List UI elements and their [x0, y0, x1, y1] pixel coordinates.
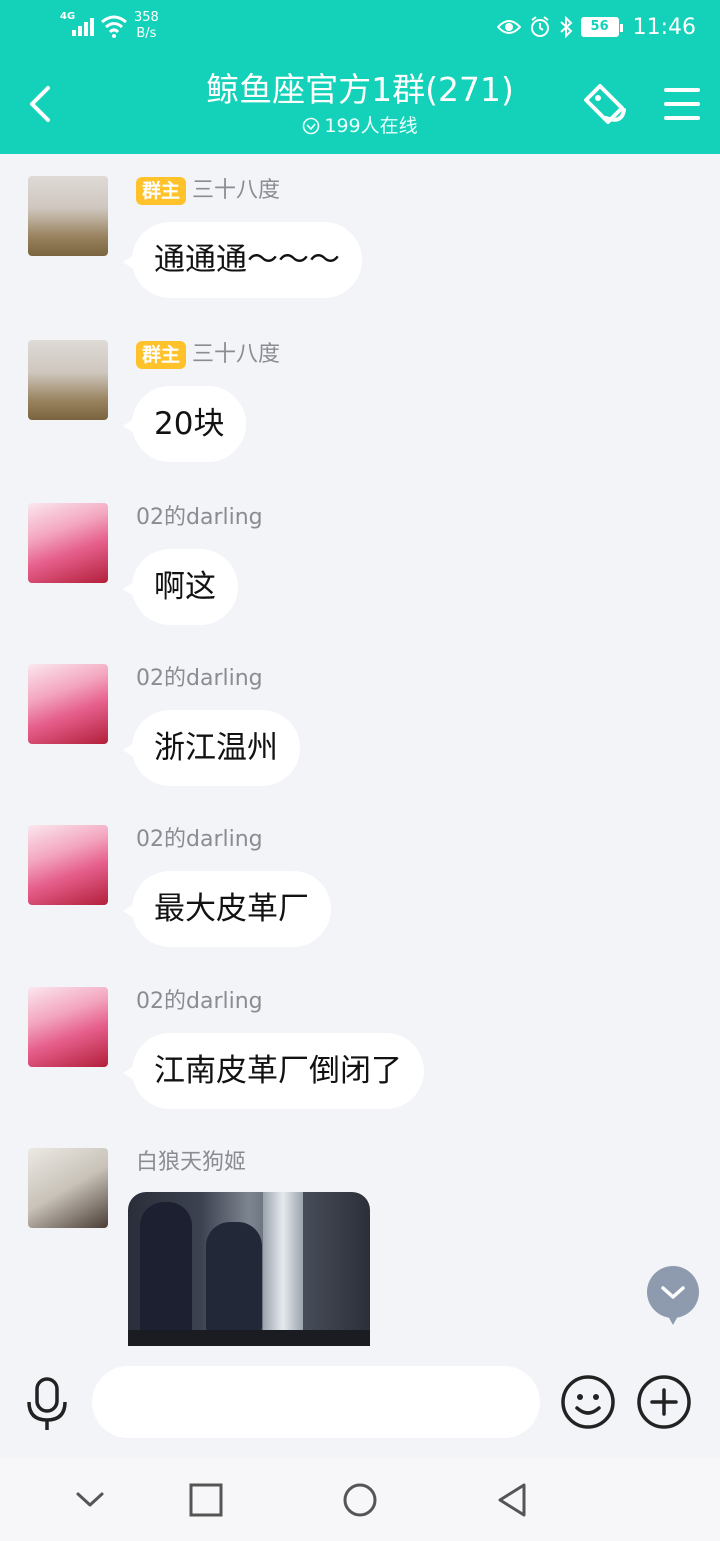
avatar[interactable] — [28, 340, 108, 420]
sender-name[interactable]: 02的darling — [136, 665, 263, 693]
scroll-to-bottom-button[interactable] — [646, 1266, 700, 1326]
net-speed: 358 B/s — [134, 10, 159, 42]
avatar[interactable] — [28, 176, 108, 256]
online-count: 199人在线 — [324, 115, 418, 137]
tag-icon[interactable] — [578, 80, 630, 132]
message-bubble[interactable]: 江南皮革厂倒闭了 — [123, 1033, 424, 1109]
chevron-down-icon[interactable] — [68, 1478, 112, 1522]
owner-badge: 群主 — [136, 177, 187, 205]
owner-badge: 群主 — [136, 341, 187, 369]
image-message[interactable] — [128, 1192, 370, 1346]
sender-name[interactable]: 白狼天狗姬 — [136, 1149, 246, 1177]
system-nav-bar — [0, 1458, 720, 1541]
message-bubble[interactable]: 浙江温州 — [123, 710, 300, 786]
status-right: 56 11:46 — [496, 12, 696, 42]
sender-line: 群主 三十八度 — [136, 176, 280, 206]
top-bar: 4G 358 B/s 56 11:46 鲸鱼座官方1群(271) 199人在线 — [0, 0, 720, 154]
avatar[interactable] — [28, 825, 108, 905]
clock: 11:46 — [632, 14, 696, 40]
sender-line: 02的darling — [136, 503, 263, 533]
signal-icon — [72, 14, 94, 36]
sender-name[interactable]: 02的darling — [136, 988, 263, 1016]
sender-name[interactable]: 02的darling — [136, 504, 263, 532]
hamburger-menu-icon[interactable] — [662, 84, 702, 124]
alarm-icon — [530, 16, 549, 37]
home-circle-icon[interactable] — [338, 1478, 382, 1522]
smiley-icon[interactable] — [560, 1374, 616, 1430]
bluetooth-icon — [559, 16, 573, 38]
sender-line: 02的darling — [136, 825, 263, 855]
sender-line: 02的darling — [136, 987, 263, 1017]
back-triangle-icon[interactable] — [490, 1478, 534, 1522]
wifi-icon — [101, 15, 127, 38]
sender-line: 02的darling — [136, 664, 263, 694]
message-bubble[interactable]: 啊这 — [123, 549, 238, 625]
sender-line: 白狼天狗姬 — [136, 1148, 246, 1178]
microphone-icon[interactable] — [22, 1376, 72, 1432]
input-bar — [0, 1346, 720, 1458]
message-bubble[interactable]: 最大皮革厂 — [123, 871, 331, 947]
plus-circle-icon[interactable] — [636, 1374, 692, 1430]
net-speed-unit: B/s — [136, 26, 157, 41]
net-speed-value: 358 — [134, 10, 159, 25]
avatar[interactable] — [28, 664, 108, 744]
online-status: 199人在线 — [150, 112, 570, 140]
chevron-left-icon[interactable] — [22, 82, 62, 126]
message-input[interactable] — [92, 1366, 540, 1438]
avatar[interactable] — [28, 987, 108, 1067]
eye-icon — [496, 20, 521, 34]
message-bubble[interactable]: 通通通～～～ — [123, 222, 362, 298]
sender-name[interactable]: 02的darling — [136, 826, 263, 854]
check-circle-icon — [303, 117, 320, 135]
avatar[interactable] — [28, 1148, 108, 1228]
avatar[interactable] — [28, 503, 108, 583]
message-bubble[interactable]: 20块 — [122, 386, 247, 462]
battery-icon: 56 — [580, 17, 623, 37]
sender-name[interactable]: 三十八度 — [192, 341, 280, 369]
sender-name[interactable]: 三十八度 — [192, 177, 280, 205]
status-bar: 4G 358 B/s 56 11:46 — [0, 0, 720, 56]
sender-line: 群主 三十八度 — [136, 340, 280, 370]
group-title[interactable]: 鲸鱼座官方1群(271) — [150, 68, 570, 112]
recents-square-icon[interactable] — [184, 1478, 228, 1522]
